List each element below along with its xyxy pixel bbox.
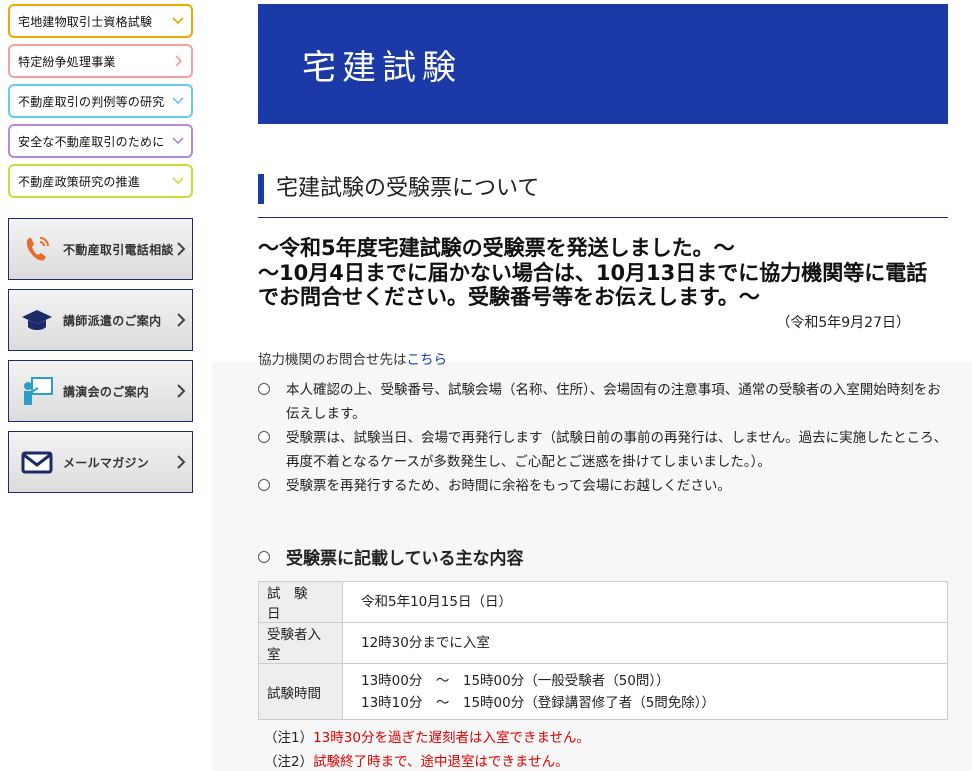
bullet-list: 本人確認の上、受験番号、試験会場（名称、住所）、会場固有の注意事項、通常の受験者… [258,378,948,498]
chevron-right-icon [176,312,186,332]
note-prefix: （注2） [264,754,314,770]
section-heading: 宅建試験の受験票について [258,174,948,218]
row-label: 試験時間 [258,663,343,720]
list-item-text: 本人確認の上、受験番号、試験会場（名称、住所）、会場固有の注意事項、通常の受験者… [286,382,941,422]
chevron-right-icon [176,383,186,403]
section-title: 宅建試験の受験票について [276,176,540,201]
chevron-down-icon [171,14,185,28]
notice: 〜令和5年度宅建試験の受験票を発送しました。〜 〜10月4日までに届かない場合は… [258,236,948,310]
notes: （注1）13時30分を過ぎた遅刻者は入室できません。 （注2）試験終了時まで、途… [264,726,590,771]
sidebar-item-label: 不動産取引の判例等の研究 [18,94,165,109]
row-value: 令和5年10月15日（日） [342,581,948,623]
list-item: 受験票を再発行するため、お時間に余裕をもって会場にお越しください。 [258,474,948,498]
sidebar-item-takken-exam[interactable]: 宅地建物取引士資格試験 [8,4,193,38]
banner-label: 講師派遣のご案内 [63,313,162,328]
note-item: （注1）13時30分を過ぎた遅刻者は入室できません。 [264,726,590,750]
contact-link[interactable]: こちら [407,352,448,368]
chevron-right-icon [176,454,186,474]
banner-lecture-info[interactable]: 講演会のご案内 [8,360,193,422]
sidebar-item-label: 安全な不動産取引のために [18,134,165,149]
heading-accent-bar [258,174,264,204]
note-text: 13時30分を過ぎた遅刻者は入室できません。 [313,730,591,746]
row-value: 12時30分までに入室 [342,622,948,664]
graduation-cap-icon [17,300,57,340]
row-label: 試 験 日 [258,581,343,623]
chevron-right-icon [171,54,185,68]
chevron-down-icon [171,134,185,148]
table-row: 試 験 日 令和5年10月15日（日） [258,581,948,623]
ticket-contents-table: 試 験 日 令和5年10月15日（日） 受験者入室 12時30分までに入室 試験… [258,581,948,720]
banner-phone-consultation[interactable]: 不動産取引電話相談 [8,218,193,280]
note-item: （注2）試験終了時まで、途中退室はできません。 [264,750,590,771]
bullet-circle-icon [258,479,270,491]
notice-line-2: 〜10月4日までに届かない場合は、10月13日までに協力機関等に電話でお問合せく… [258,260,928,310]
banner-label: 不動産取引電話相談 [63,242,174,257]
list-item: 受験票は、試験当日、会場で再発行します（試験日前の事前の再発行は、しません。過去… [258,426,948,474]
sidebar-item-label: 特定紛争処理事業 [18,54,116,69]
contents-title: 受験票に記載している主な内容 [286,549,524,569]
sidebar-item-label: 不動産政策研究の推進 [18,174,141,189]
page-hero: 宅建試験 [258,4,948,124]
chevron-down-icon [171,94,185,108]
list-item-text: 受験票は、試験当日、会場で再発行します（試験日前の事前の再発行は、しません。過去… [286,430,948,470]
row-label: 受験者入室 [258,622,343,664]
exam-time-general: 13時00分 〜 15時00分（一般受験者（50問）） [361,672,670,689]
contact-prefix: 協力機関のお問合せ先は [258,351,407,368]
table-row: 試験時間 13時00分 〜 15時00分（一般受験者（50問）） 13時10分 … [258,663,948,720]
sidebar-item-safe-transactions[interactable]: 安全な不動産取引のために [8,124,193,158]
phone-icon [17,229,57,269]
sidebar-item-case-research[interactable]: 不動産取引の判例等の研究 [8,84,193,118]
bullet-circle-icon [258,383,270,395]
sidebar-item-label: 宅地建物取引士資格試験 [18,14,153,29]
chevron-right-icon [176,241,186,261]
bullet-circle-icon [258,431,270,443]
sidebar-item-dispute[interactable]: 特定紛争処理事業 [8,44,193,78]
table-row: 受験者入室 12時30分までに入室 [258,622,948,664]
lecture-icon [17,371,57,411]
main-content: 宅建試験 宅建試験の受験票について 〜令和5年度宅建試験の受験票を発送しました。… [258,4,948,368]
list-item-text: 受験票を再発行するため、お時間に余裕をもって会場にお越しください。 [286,478,731,494]
banner-mail-magazine[interactable]: メールマガジン [8,431,193,493]
chevron-down-icon [171,174,185,188]
banner-label: 講演会のご案内 [63,384,150,399]
sidebar: 宅地建物取引士資格試験 特定紛争処理事業 不動産取引の判例等の研究 安全な不動産… [8,4,193,502]
banner-label: メールマガジン [63,455,150,470]
exam-time-exempt: 13時10分 〜 15時00分（登録講習修了者（5問免除）） [361,694,716,711]
mail-icon [17,442,57,482]
sidebar-item-policy-research[interactable]: 不動産政策研究の推進 [8,164,193,198]
row-value: 13時00分 〜 15時00分（一般受験者（50問）） 13時10分 〜 15時… [342,663,948,720]
page-title: 宅建試験 [302,47,462,88]
note-prefix: （注1） [264,730,314,746]
contact-info: 協力機関のお問合せ先はこちら [258,348,948,368]
note-text: 試験終了時まで、途中退室はできません。 [313,754,569,770]
notice-date: （令和5年9月27日） [776,314,910,331]
contents-heading: 受験票に記載している主な内容 [258,544,524,569]
list-item: 本人確認の上、受験番号、試験会場（名称、住所）、会場固有の注意事項、通常の受験者… [258,378,948,426]
banner-lecturer-dispatch[interactable]: 講師派遣のご案内 [8,289,193,351]
notice-line-1: 〜令和5年度宅建試験の受験票を発送しました。〜 [258,236,735,260]
bullet-circle-icon [258,550,270,563]
